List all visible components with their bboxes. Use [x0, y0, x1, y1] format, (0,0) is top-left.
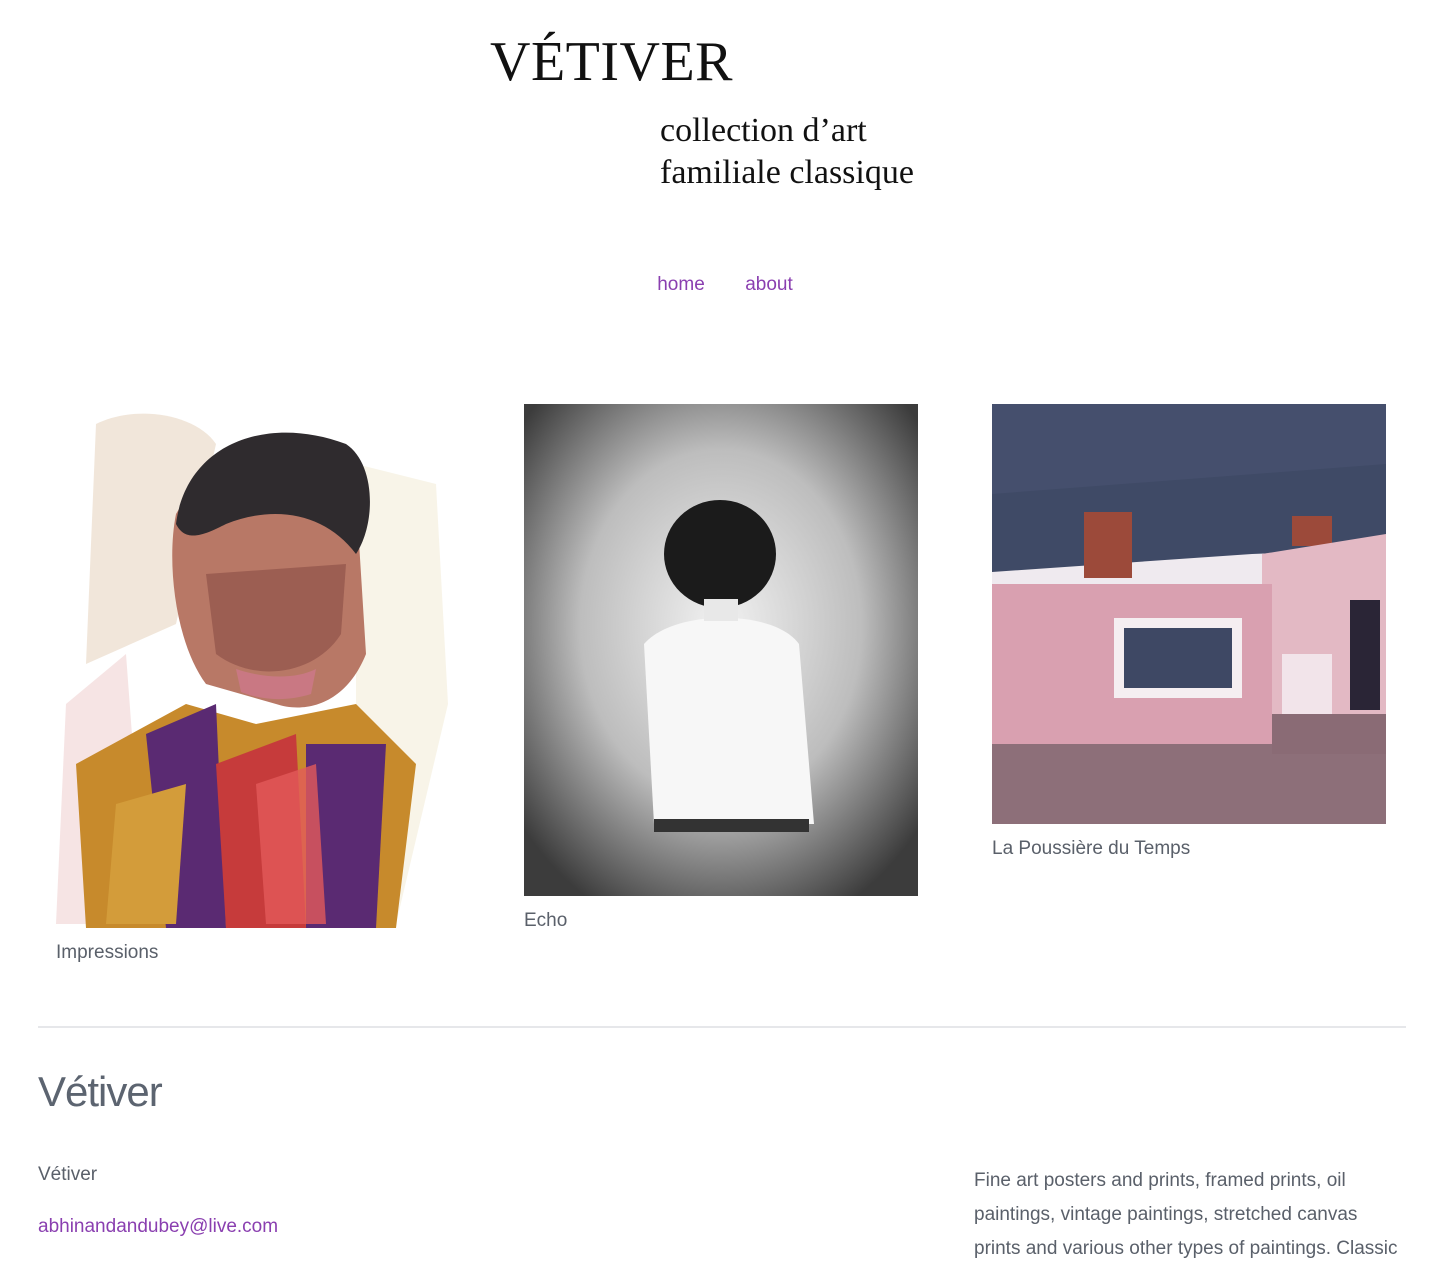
artwork-caption[interactable]: Impressions: [56, 942, 452, 964]
footer-name: Vétiver: [38, 1164, 98, 1185]
logo-title: VÉTIVER: [490, 31, 734, 93]
nav-link-home[interactable]: home: [657, 274, 705, 296]
footer-email-link[interactable]: abhinandandubey@live.com: [38, 1216, 278, 1238]
gallery-item-echo[interactable]: Echo: [524, 404, 918, 932]
artwork-la-poussiere-du-temps-image[interactable]: [992, 404, 1386, 824]
artwork-impressions-image[interactable]: [56, 404, 452, 928]
footer-description: Fine art posters and prints, framed prin…: [974, 1170, 1398, 1259]
artwork-caption[interactable]: Echo: [524, 910, 918, 932]
main-nav: home about: [0, 274, 1450, 296]
artwork-caption[interactable]: La Poussière du Temps: [992, 838, 1386, 860]
footer-site-title: Vétiver: [38, 1068, 163, 1115]
footer-divider: [38, 1026, 1406, 1028]
gallery-item-impressions[interactable]: Impressions: [56, 404, 452, 964]
logo-tagline-line2: familiale classique: [660, 154, 914, 191]
nav-link-about[interactable]: about: [745, 274, 793, 296]
gallery-item-la-poussiere-du-temps[interactable]: La Poussière du Temps: [992, 404, 1386, 860]
logo-tagline-line1: collection d’art: [660, 112, 867, 149]
artwork-echo-image[interactable]: [524, 404, 918, 896]
logo-tagline: collection d’art familiale classique: [660, 110, 914, 194]
